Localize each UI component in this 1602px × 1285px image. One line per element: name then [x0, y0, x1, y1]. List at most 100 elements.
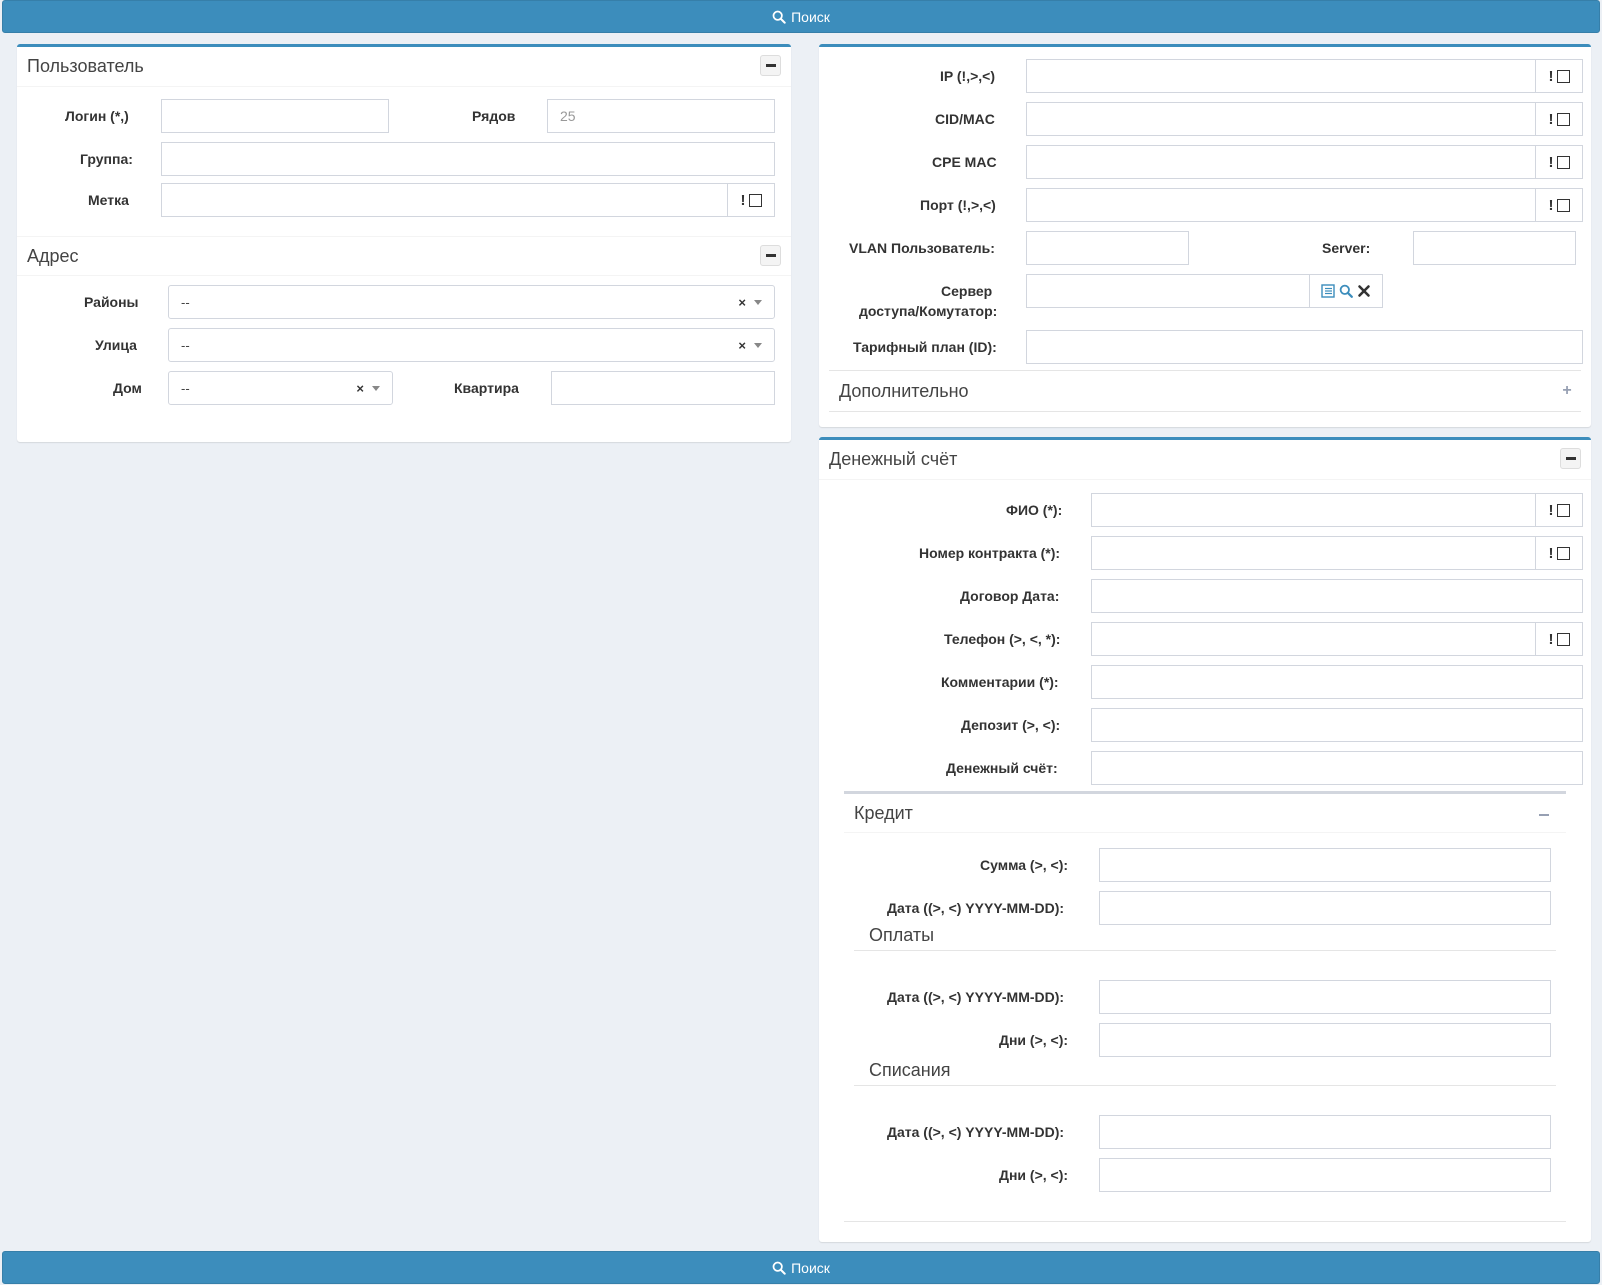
- server-input[interactable]: [1413, 231, 1576, 265]
- user-panel-collapse-button[interactable]: [760, 55, 781, 76]
- clear-icon[interactable]: ×: [356, 381, 364, 396]
- clear-icon[interactable]: ×: [738, 295, 746, 310]
- credit-panel-title: Кредит: [854, 802, 913, 823]
- search-button-top[interactable]: Поиск: [2, 0, 1600, 33]
- group-label: Группа:: [80, 151, 133, 167]
- phone-negate-checkbox[interactable]: [1556, 632, 1570, 646]
- search-icon[interactable]: [1339, 284, 1353, 298]
- fees-divider: [854, 1085, 1556, 1086]
- tag-label: Метка: [88, 192, 129, 208]
- contract-negate-checkbox[interactable]: [1556, 546, 1570, 560]
- fees-date-label: Дата ((>, <) YYYY-MM-DD):: [887, 1124, 1065, 1140]
- fio-negate-addon[interactable]: !: [1536, 493, 1583, 527]
- list-icon[interactable]: [1321, 284, 1335, 298]
- street-select[interactable]: -- ×: [168, 328, 775, 362]
- chevron-down-icon: [754, 299, 762, 305]
- clear-icon[interactable]: ×: [738, 338, 746, 353]
- ip-negate-checkbox[interactable]: [1556, 69, 1570, 83]
- credit-date-label: Дата ((>, <) YYYY-MM-DD):: [887, 900, 1065, 916]
- contract-label: Номер контракта (*):: [919, 545, 1061, 561]
- tariff-label: Тарифный план (ID):: [853, 339, 997, 355]
- cpe-input[interactable]: [1026, 145, 1536, 179]
- login-input[interactable]: [161, 99, 389, 133]
- search-icon: [772, 10, 786, 24]
- account-panel-header: Денежный счёт: [819, 440, 1591, 480]
- ip-negate-addon[interactable]: !: [1536, 59, 1583, 93]
- vlan-label: VLAN Пользователь:: [849, 240, 995, 256]
- payments-days-label: Дни (>, <):: [999, 1032, 1069, 1048]
- nas-input[interactable]: [1026, 274, 1310, 308]
- payments-date-label: Дата ((>, <) YYYY-MM-DD):: [887, 989, 1065, 1005]
- address-panel-collapse-button[interactable]: [760, 245, 781, 266]
- search-button-label: Поиск: [791, 8, 830, 25]
- flat-input[interactable]: [551, 371, 775, 405]
- credit-collapse-button[interactable]: [1536, 807, 1552, 823]
- payments-days-input[interactable]: [1099, 1023, 1551, 1057]
- address-panel-title: Адрес: [27, 245, 79, 266]
- flat-label: Квартира: [454, 380, 519, 396]
- fees-title: Списания: [869, 1060, 951, 1080]
- group-input[interactable]: [161, 142, 775, 176]
- port-negate-addon[interactable]: !: [1536, 188, 1583, 222]
- cid-negate-addon[interactable]: !: [1536, 102, 1583, 136]
- fees-days-input[interactable]: [1099, 1158, 1551, 1192]
- tag-input[interactable]: [161, 183, 728, 217]
- cpe-negate-addon[interactable]: !: [1536, 145, 1583, 179]
- credit-panel-header: Кредит: [844, 791, 1566, 833]
- exclamation-icon: !: [1548, 630, 1554, 648]
- contract-input[interactable]: [1091, 536, 1536, 570]
- house-select-value: --: [181, 380, 190, 396]
- phone-label: Телефон (>, <, *):: [944, 631, 1061, 647]
- expand-icon[interactable]: +: [1559, 382, 1575, 399]
- fio-input[interactable]: [1091, 493, 1536, 527]
- rows-label: Рядов: [472, 108, 516, 124]
- fio-negate-checkbox[interactable]: [1556, 503, 1570, 517]
- cpe-negate-checkbox[interactable]: [1556, 155, 1570, 169]
- exclamation-icon: !: [1548, 501, 1554, 519]
- payments-date-input[interactable]: [1099, 980, 1551, 1014]
- rows-input[interactable]: 25: [547, 99, 775, 133]
- cid-input[interactable]: [1026, 102, 1536, 136]
- search-button-label: Поиск: [791, 1259, 830, 1276]
- comment-input[interactable]: [1091, 665, 1583, 699]
- ip-input[interactable]: [1026, 59, 1536, 93]
- contract-negate-addon[interactable]: !: [1536, 536, 1583, 570]
- account-box: Денежный счёт ФИО (*): ! Номер контракта…: [819, 437, 1591, 1242]
- cid-negate-checkbox[interactable]: [1556, 112, 1570, 126]
- network-box: IP (!,>,<) ! CID/MAC ! CPE MAC ! Порт (!…: [819, 44, 1591, 427]
- port-input[interactable]: [1026, 188, 1536, 222]
- contract-date-input[interactable]: [1091, 579, 1583, 613]
- phone-negate-addon[interactable]: !: [1536, 622, 1583, 656]
- fees-date-input[interactable]: [1099, 1115, 1551, 1149]
- search-button-bottom[interactable]: Поиск: [2, 1251, 1600, 1284]
- minus-icon: [1565, 457, 1576, 460]
- credit-date-input[interactable]: [1099, 891, 1551, 925]
- user-address-box: Пользователь Логин (*,) Рядов 25 Группа:…: [17, 44, 791, 442]
- close-icon[interactable]: [1357, 284, 1371, 298]
- contract-date-label: Договор Дата:: [960, 588, 1060, 604]
- credit-sum-label: Сумма (>, <):: [980, 857, 1069, 873]
- account-panel-collapse-button[interactable]: [1560, 448, 1581, 469]
- exclamation-icon: !: [740, 191, 746, 209]
- comment-label: Комментарии (*):: [941, 674, 1059, 690]
- fees-days-label: Дни (>, <):: [999, 1167, 1069, 1183]
- user-panel-title: Пользователь: [27, 56, 144, 76]
- tag-negate-checkbox[interactable]: [748, 193, 762, 207]
- phone-input[interactable]: [1091, 622, 1536, 656]
- vlan-input[interactable]: [1026, 231, 1189, 265]
- deposit-input[interactable]: [1091, 708, 1583, 742]
- port-negate-checkbox[interactable]: [1556, 198, 1570, 212]
- cid-label: CID/MAC: [935, 111, 995, 127]
- cpe-label: CPE MAC: [932, 154, 997, 170]
- street-label: Улица: [95, 337, 137, 353]
- address-panel-header: Адрес: [17, 236, 791, 276]
- exclamation-icon: !: [1548, 110, 1554, 128]
- account-input[interactable]: [1091, 751, 1583, 785]
- credit-sum-input[interactable]: [1099, 848, 1551, 882]
- tag-negate-addon[interactable]: !: [728, 183, 775, 217]
- house-label: Дом: [113, 380, 142, 396]
- extra-panel-header[interactable]: Дополнительно +: [829, 370, 1581, 412]
- house-select[interactable]: -- ×: [168, 371, 393, 405]
- district-select[interactable]: -- ×: [168, 285, 775, 319]
- tariff-input[interactable]: [1026, 330, 1583, 364]
